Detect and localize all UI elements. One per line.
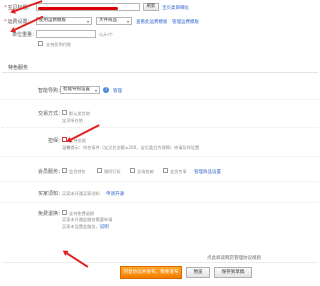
smart-guide-manage-link[interactable]: 管理 — [113, 88, 122, 94]
member-checkbox-4[interactable] — [163, 168, 168, 173]
member-option-4: 会员专享 — [170, 168, 187, 174]
member-checkbox-1[interactable] — [62, 168, 67, 173]
divider — [2, 181, 318, 182]
section-header: 特色服务 — [2, 63, 318, 73]
cod-checkbox-label: 支持货到付款 — [46, 41, 72, 47]
free-return-hint-1: 买家未开通此服务需要申请 — [62, 217, 113, 222]
category-link[interactable]: 宝贝类目细化 — [162, 5, 189, 11]
member-checkbox-2[interactable] — [97, 168, 102, 173]
smart-guide-select[interactable]: 智能导购设置 — [60, 86, 100, 94]
view-template-link[interactable]: 查看此运费模板 — [136, 19, 168, 25]
member-option-3: 全场包邮 — [137, 168, 154, 174]
delivery-checkbox[interactable] — [62, 110, 67, 115]
weight-input[interactable] — [36, 30, 96, 38]
member-checkbox-3[interactable] — [130, 168, 135, 173]
free-return-hint-2: 买家未设置此服务，说明 — [62, 224, 109, 230]
guarantee-hint: 温馨提示：符合条件（宝贝总金额≥200，宝贝类目为保障）申请及时设置 — [62, 145, 200, 150]
divider — [2, 202, 318, 203]
footer-divider — [2, 262, 318, 263]
annotation-arrow-publish-helper — [64, 250, 89, 268]
divider — [2, 99, 318, 100]
section-title: 特色服务 — [8, 65, 29, 71]
publish-button[interactable]: 同意协议并发布，我要发布 — [120, 266, 182, 279]
required-mark: * — [4, 5, 7, 11]
chevron-down-icon — [87, 20, 89, 23]
member-manage-link[interactable]: 管理商品设置 — [194, 169, 221, 175]
member-label: 会员服务： — [38, 169, 64, 175]
divider — [2, 127, 318, 128]
chevron-down-icon — [127, 20, 129, 23]
agreement-notice[interactable]: 点此阅读网店管理协议规则 — [207, 255, 261, 261]
delivery-label: 交易方式： — [38, 111, 64, 117]
chevron-down-icon — [95, 89, 97, 92]
guarantee-label: 担保： — [48, 138, 64, 144]
buyer-notice-hint: 买家未开通买家须知 — [62, 190, 100, 196]
member-option-2: 限时打折 — [104, 168, 121, 174]
cod-checkbox[interactable] — [38, 41, 43, 46]
buyer-notice-label: 买家须知： — [38, 191, 64, 197]
redacted-title-mark — [38, 7, 118, 10]
shipping-template-select[interactable]: 使用运费模板 — [36, 17, 92, 25]
free-return-link[interactable]: 说明 — [100, 225, 109, 230]
save-draft-button[interactable]: 保存到草稿 — [214, 267, 252, 278]
info-icon[interactable]: ? — [103, 86, 109, 93]
member-option-1: 会员特价 — [69, 168, 86, 174]
free-return-checkbox[interactable] — [62, 210, 67, 215]
divider — [2, 156, 318, 157]
delivery-option: 默认发货地 — [69, 110, 90, 116]
preview-button[interactable]: 预览 — [186, 267, 210, 278]
buyer-notice-link[interactable]: 申请开通 — [106, 191, 124, 197]
free-return-option: 支持免费退换 — [69, 210, 95, 216]
weight-unit: 公斤/个 — [99, 31, 113, 37]
delivery-hint: 宝贝所在地 — [62, 118, 83, 123]
manage-template-link[interactable]: 管理运费模板 — [172, 19, 199, 25]
shipping-type-select[interactable]: 大件商品 — [96, 17, 132, 25]
refresh-button[interactable]: 刷新 — [143, 3, 159, 11]
free-return-label: 免费退换： — [38, 211, 64, 217]
